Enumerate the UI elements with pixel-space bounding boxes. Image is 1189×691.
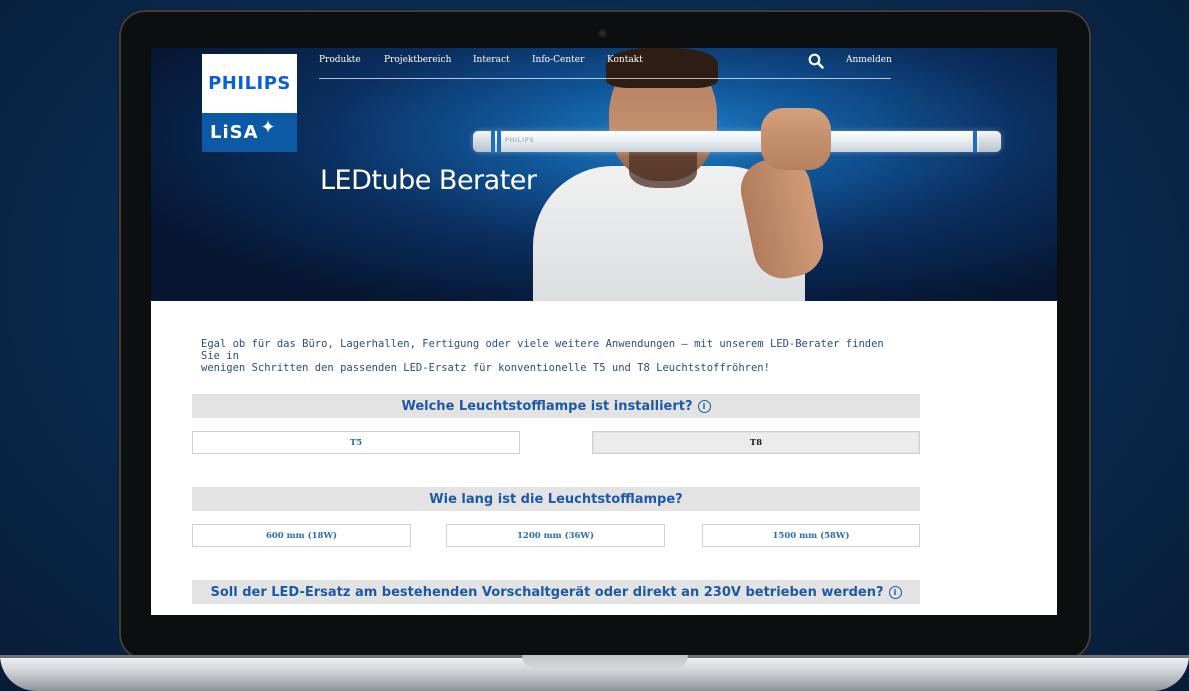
question-lamp-type: Welche Leuchtstofflampe ist installiert?… bbox=[192, 394, 920, 418]
question-lamp-length-label: Wie lang ist die Leuchtstofflampe? bbox=[429, 491, 683, 507]
tube-cap-right bbox=[979, 131, 1001, 152]
question-operation-mode: Soll der LED-Ersatz am bestehenden Vorsc… bbox=[192, 580, 920, 604]
intro-line-1: Egal ob für das Büro, Lagerhallen, Ferti… bbox=[201, 338, 884, 362]
intro-text: Egal ob für das Büro, Lagerhallen, Ferti… bbox=[201, 338, 901, 374]
person-fist bbox=[761, 108, 831, 170]
lisa-logo: LiSA ✦ bbox=[202, 113, 297, 152]
nav-item-produkte[interactable]: Produkte bbox=[319, 55, 361, 65]
lisa-wordmark: LiSA bbox=[210, 122, 259, 143]
nav-item-info-center[interactable]: Info-Center bbox=[532, 55, 584, 65]
intro-line-2: wenigen Schritten den passenden LED-Ersa… bbox=[201, 362, 770, 374]
person-beard bbox=[629, 148, 697, 188]
tube-band-right-2 bbox=[973, 131, 977, 152]
philips-lisa-logo[interactable]: PHILIPS LiSA ✦ bbox=[202, 54, 297, 152]
page-title: LEDtube Berater bbox=[320, 165, 537, 196]
option-600mm[interactable]: 600 mm (18W) bbox=[192, 524, 411, 547]
info-icon[interactable]: i bbox=[888, 585, 902, 599]
option-1500mm[interactable]: 1500 mm (58W) bbox=[702, 524, 920, 547]
login-link[interactable]: Anmelden bbox=[846, 55, 892, 65]
nav-item-interact[interactable]: Interact bbox=[473, 55, 510, 65]
sparkle-icon: ✦ bbox=[260, 117, 277, 138]
option-1200mm[interactable]: 1200 mm (36W) bbox=[446, 524, 665, 547]
option-t5[interactable]: T5 bbox=[192, 431, 520, 454]
question-lamp-length: Wie lang ist die Leuchtstofflampe? bbox=[192, 487, 920, 511]
info-icon[interactable]: i bbox=[697, 399, 711, 413]
led-tube-image: PHILIPS bbox=[473, 131, 1001, 152]
tube-band-left-2 bbox=[497, 131, 501, 152]
nav-item-kontakt[interactable]: Kontakt bbox=[607, 55, 643, 65]
top-navigation: Produkte Projektbereich Interact Info-Ce… bbox=[319, 48, 892, 79]
tube-brand-label: PHILIPS bbox=[505, 137, 535, 144]
question-lamp-type-label: Welche Leuchtstofflampe ist installiert? bbox=[401, 398, 693, 414]
browser-screen: PHILIPS PHILIPS LiSA ✦ Produkte Projektb… bbox=[151, 48, 1057, 615]
philips-logo: PHILIPS bbox=[202, 54, 297, 113]
tube-band-left bbox=[491, 131, 495, 152]
laptop-notch bbox=[522, 655, 688, 669]
nav-item-projektbereich[interactable]: Projektbereich bbox=[384, 55, 451, 65]
philips-wordmark: PHILIPS bbox=[208, 73, 291, 94]
webcam bbox=[598, 29, 607, 38]
option-t8[interactable]: T8 bbox=[592, 431, 920, 454]
search-icon[interactable] bbox=[808, 53, 824, 69]
question-operation-mode-label: Soll der LED-Ersatz am bestehenden Vorsc… bbox=[210, 584, 884, 600]
hero-banner: PHILIPS PHILIPS LiSA ✦ Produkte Projektb… bbox=[151, 48, 1057, 301]
